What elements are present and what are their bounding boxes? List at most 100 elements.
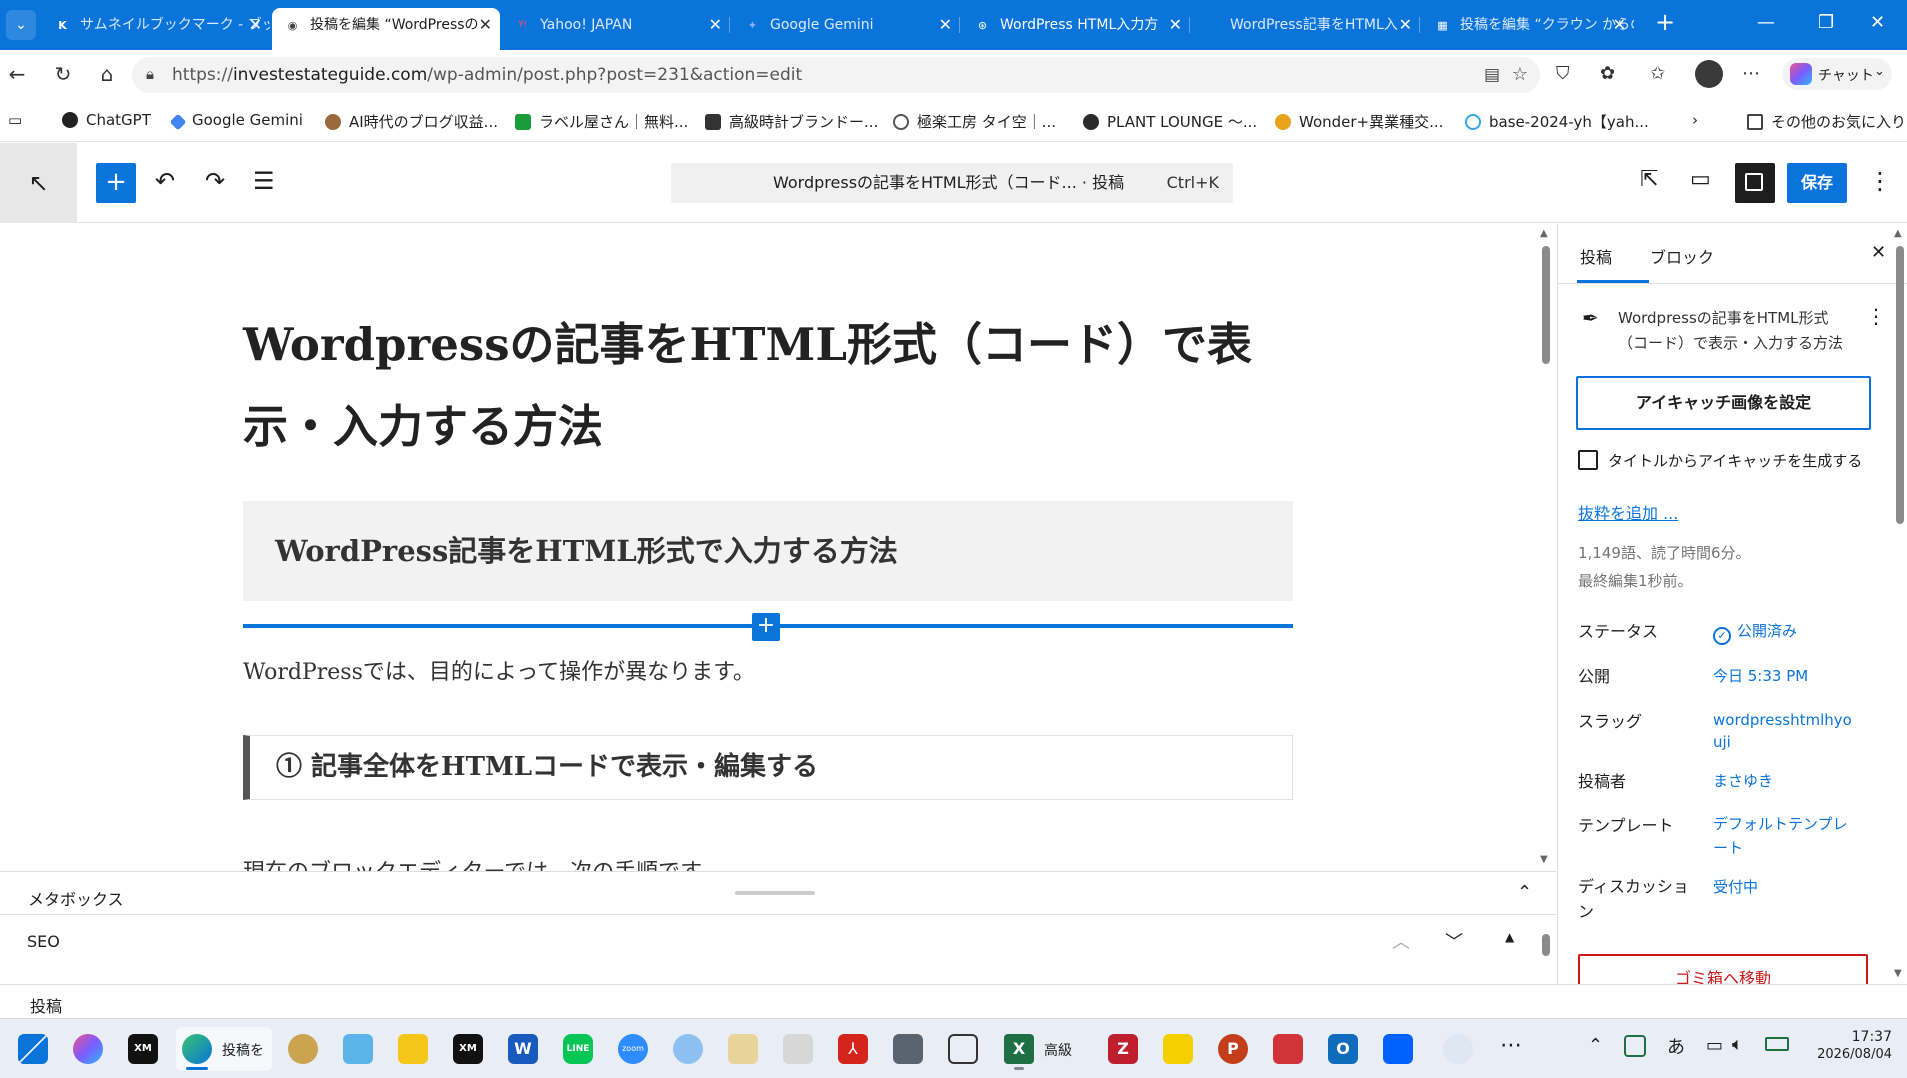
tab-post[interactable]: 投稿 [1580,244,1612,268]
publish-date-value[interactable]: 今日 5:33 PM [1713,665,1863,687]
inserter-plus-icon[interactable]: + [752,613,780,641]
paragraph-block[interactable]: 現在のブロックエディターでは、次の手順です。 [243,854,722,871]
app-icon[interactable] [1443,1034,1473,1064]
copilot-chat-button[interactable]: チャット ⌄ [1782,58,1892,90]
reader-view-icon[interactable]: ▤ [1484,65,1500,85]
bookmark-item[interactable]: AI時代のブログ収益... [325,111,498,132]
more-menu-icon[interactable]: ⋯ [1742,63,1760,84]
home-icon[interactable]: ⌂ [94,62,120,86]
bookmark-item[interactable]: PLANT LOUNGE 〜... [1083,111,1257,132]
paragraph-block[interactable]: WordPressでは、目的によって操作が異なります。 [243,654,755,686]
bookmark-item[interactable]: 高級時計ブランドー... [705,111,878,132]
breadcrumb-post[interactable]: 投稿 [30,993,62,1017]
scroll-up-arrow-icon[interactable]: ▲ [1540,228,1548,239]
post-title[interactable]: Wordpressの記事をHTML形式（コード）で表示・入力する方法 [243,304,1253,468]
camera-icon[interactable] [893,1034,923,1064]
tab-close-icon[interactable]: ✕ [709,8,722,42]
reading-list-icon[interactable]: ▭ [8,111,22,129]
author-value[interactable]: まさゆき [1713,770,1863,792]
save-button[interactable]: 保存 [1787,163,1847,203]
control-panel-icon[interactable] [343,1034,373,1064]
refresh-icon[interactable]: ↻ [50,62,76,86]
browser-tab[interactable]: ⊛ WordPress HTML入力方 ✕ [962,8,1190,42]
preview-device-icon[interactable]: ▭ [1690,167,1711,192]
move-to-trash-button[interactable]: ゴミ箱へ移動 [1578,954,1868,984]
discussion-value[interactable]: 受付中 [1713,876,1863,898]
app-icon[interactable] [1273,1034,1303,1064]
new-tab-plus-icon[interactable]: + [1655,8,1675,36]
profile-avatar[interactable] [1695,60,1723,88]
lock-icon[interactable]: 🔒︎ [146,65,154,83]
tab-close-icon[interactable]: ✕ [249,8,262,42]
acrobat-icon[interactable]: ⅄ [838,1034,868,1064]
chevron-right-icon[interactable]: › [1692,111,1698,129]
other-favorites[interactable]: その他のお気に入り [1747,111,1906,132]
heading-block-h3[interactable]: ① 記事全体をHTMLコードで表示・編集する [243,735,1293,800]
excel-taskbar-button[interactable]: X 高級 [1000,1027,1090,1071]
scroll-down-arrow-icon[interactable]: ▼ [1894,968,1902,979]
heading-h3-text[interactable]: ① 記事全体をHTMLコードで表示・編集する [276,736,818,799]
minimize-icon[interactable]: — [1757,12,1775,33]
bookmark-item[interactable]: Wonder+異業種交... [1275,111,1443,132]
battery-icon[interactable] [1765,1037,1789,1051]
pocket-icon[interactable]: ⛉ [1556,63,1570,84]
move-up-chevron-icon[interactable]: ︿ [1392,928,1410,954]
restore-icon[interactable]: ❐ [1818,12,1834,33]
bookmark-item[interactable]: ChatGPT [62,111,151,129]
editor-scrollbar[interactable] [1542,246,1550,364]
copilot-app-icon[interactable] [73,1034,103,1064]
add-excerpt-link[interactable]: 抜粋を追加 ... [1578,500,1678,524]
file-explorer-folder-icon[interactable] [398,1034,428,1064]
toggle-panel-triangle-icon[interactable]: ▲ [1505,930,1514,944]
view-post-external-icon[interactable]: ⇱ [1640,167,1658,192]
powerpoint-icon[interactable]: P [1218,1034,1248,1064]
line-app-icon[interactable]: LINE [563,1034,593,1064]
app-window-icon[interactable] [948,1034,978,1064]
zoom-icon[interactable]: zoom [618,1034,648,1064]
browser-tab[interactable]: ✦ Google Gemini ✕ [732,8,960,42]
command-palette-bar[interactable]: Wordpressの記事をHTML形式（コード... · 投稿 Ctrl+K [671,163,1233,203]
favorites-icon[interactable]: ✩ [1650,63,1665,84]
dropbox-icon[interactable] [1383,1034,1413,1064]
document-overview-icon[interactable]: ☰ [253,167,275,195]
sticky-notes-icon[interactable] [1163,1034,1193,1064]
xm-trading-icon[interactable]: XM [453,1034,483,1064]
browser-tab[interactable]: WordPress記事をHTML入 ✕ [1192,8,1420,42]
bookmark-item[interactable]: ラベル屋さん｜無料... [515,111,688,132]
options-kebab-icon[interactable]: ⋮ [1868,167,1892,195]
app-icon[interactable] [673,1034,703,1064]
snipping-tool-icon[interactable] [783,1034,813,1064]
close-sidebar-icon[interactable]: ✕ [1871,242,1886,263]
browser-tab[interactable]: Y! Yahoo! JAPAN ✕ [502,8,730,42]
heading-block-h2[interactable]: WordPress記事をHTML形式で入力する方法 [243,501,1293,601]
tab-actions-chevron-icon[interactable]: ⌄ [6,10,36,40]
tab-close-icon[interactable]: ✕ [939,8,952,42]
tab-block[interactable]: ブロック [1650,244,1714,268]
app-icon[interactable] [728,1034,758,1064]
clock[interactable]: 17:37 2026/08/04 [1812,1029,1892,1062]
browser-tab[interactable]: K サムネイルブックマーク - ブッ ✕ [42,8,270,42]
add-block-button[interactable]: + [96,163,136,203]
tab-close-icon[interactable]: ✕ [1613,8,1626,42]
resize-handle[interactable] [735,891,815,895]
bookmark-item[interactable]: 極楽工房 タイ空｜... [893,111,1056,132]
close-window-icon[interactable]: ✕ [1870,12,1885,33]
settings-sidebar-toggle-icon[interactable] [1735,163,1775,203]
post-actions-kebab-icon[interactable]: ⋮ [1866,304,1886,328]
bookmark-item[interactable]: base-2024-yh【yah... [1465,111,1649,132]
tab-close-icon[interactable]: ✕ [1399,8,1412,42]
ime-indicator[interactable]: あ [1667,1033,1685,1059]
network-icon[interactable]: ▭ [1706,1035,1723,1056]
tab-close-icon[interactable]: ✕ [1169,8,1182,42]
word-icon[interactable]: W [508,1034,538,1064]
collapse-chevron-up-icon[interactable]: ⌃ [1517,882,1532,903]
extensions-icon[interactable]: ✿ [1600,63,1615,84]
tray-chevron-up-icon[interactable]: ⌃ [1588,1035,1603,1056]
slug-value[interactable]: wordpresshtmlhyouji [1713,709,1853,753]
template-value[interactable]: デフォルトテンプレート [1713,812,1848,860]
generate-featured-checkbox[interactable] [1578,450,1598,470]
move-down-chevron-icon[interactable]: ﹀ [1445,928,1463,954]
back-arrow-icon[interactable]: ← [4,62,30,86]
volume-icon[interactable]: 🔈︎ [1732,1034,1743,1055]
favorite-star-icon[interactable]: ☆ [1512,64,1528,85]
